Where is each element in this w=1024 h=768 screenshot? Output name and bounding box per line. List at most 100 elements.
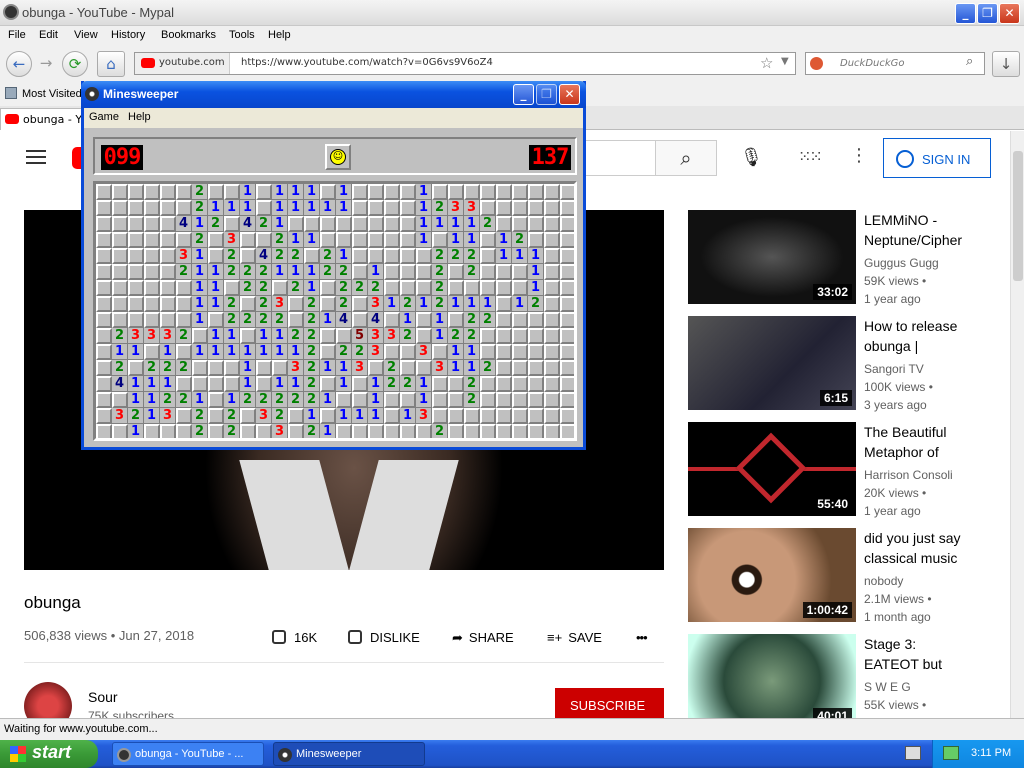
unopened-cell[interactable] [432,184,448,200]
unopened-cell[interactable] [528,312,544,328]
close-button[interactable]: ✕ [999,3,1020,24]
unopened-cell[interactable] [96,200,112,216]
unopened-cell[interactable] [320,216,336,232]
unopened-cell[interactable] [352,424,368,438]
unopened-cell[interactable] [288,296,304,312]
unopened-cell[interactable] [432,408,448,424]
unopened-cell[interactable] [528,392,544,408]
unopened-cell[interactable] [384,344,400,360]
unopened-cell[interactable] [320,408,336,424]
unopened-cell[interactable] [448,424,464,438]
unopened-cell[interactable] [528,232,544,248]
unopened-cell[interactable] [336,424,352,438]
unopened-cell[interactable] [96,248,112,264]
unopened-cell[interactable] [176,408,192,424]
unopened-cell[interactable] [560,184,574,200]
unopened-cell[interactable] [544,216,560,232]
unopened-cell[interactable] [144,248,160,264]
unopened-cell[interactable] [512,376,528,392]
back-button[interactable]: ← [6,51,32,77]
clock[interactable]: 3:11 PM [971,747,1011,759]
unopened-cell[interactable] [352,232,368,248]
unopened-cell[interactable] [528,376,544,392]
unopened-cell[interactable] [128,216,144,232]
home-button[interactable]: ⌂ [97,51,125,77]
unopened-cell[interactable] [224,216,240,232]
unopened-cell[interactable] [112,200,128,216]
unopened-cell[interactable] [416,248,432,264]
unopened-cell[interactable] [432,392,448,408]
unopened-cell[interactable] [336,232,352,248]
unopened-cell[interactable] [496,408,512,424]
unopened-cell[interactable] [240,296,256,312]
unopened-cell[interactable] [384,280,400,296]
unopened-cell[interactable] [560,296,574,312]
unopened-cell[interactable] [176,184,192,200]
unopened-cell[interactable] [512,280,528,296]
unopened-cell[interactable] [320,296,336,312]
unopened-cell[interactable] [128,264,144,280]
minefield[interactable]: 2111111211111111123341242111112232111111… [93,181,577,441]
unopened-cell[interactable] [352,392,368,408]
unopened-cell[interactable] [528,424,544,438]
unopened-cell[interactable] [272,280,288,296]
unopened-cell[interactable] [496,344,512,360]
unopened-cell[interactable] [384,424,400,438]
unopened-cell[interactable] [288,216,304,232]
download-button[interactable]: ↓ [992,51,1020,77]
unopened-cell[interactable] [496,296,512,312]
unopened-cell[interactable] [448,184,464,200]
recommendation-item[interactable]: 6:15 How to release obunga | Sangori TV … [688,316,1018,412]
unopened-cell[interactable] [400,248,416,264]
unopened-cell[interactable] [384,408,400,424]
unopened-cell[interactable] [144,200,160,216]
unopened-cell[interactable] [416,312,432,328]
unopened-cell[interactable] [144,216,160,232]
site-identity[interactable]: youtube.com [135,53,230,74]
unopened-cell[interactable] [560,200,574,216]
maximize-button[interactable]: ❐ [977,3,998,24]
unopened-cell[interactable] [464,424,480,438]
unopened-cell[interactable] [528,216,544,232]
unopened-cell[interactable] [112,184,128,200]
unopened-cell[interactable] [464,280,480,296]
unopened-cell[interactable] [128,312,144,328]
unopened-cell[interactable] [448,264,464,280]
unopened-cell[interactable] [512,328,528,344]
unopened-cell[interactable] [288,424,304,438]
unopened-cell[interactable] [480,408,496,424]
recommendation-item[interactable]: 33:02 LEMMiNO - Neptune/Cipher Guggus Gu… [688,210,1018,306]
unopened-cell[interactable] [560,280,574,296]
unopened-cell[interactable] [512,360,528,376]
taskbar-item-browser[interactable]: obunga - YouTube - ... [112,742,264,766]
unopened-cell[interactable] [384,200,400,216]
unopened-cell[interactable] [416,264,432,280]
unopened-cell[interactable] [224,376,240,392]
unopened-cell[interactable] [96,232,112,248]
unopened-cell[interactable] [144,296,160,312]
unopened-cell[interactable] [96,392,112,408]
unopened-cell[interactable] [96,344,112,360]
unopened-cell[interactable] [128,200,144,216]
unopened-cell[interactable] [304,248,320,264]
unopened-cell[interactable] [352,376,368,392]
unopened-cell[interactable] [320,328,336,344]
unopened-cell[interactable] [496,376,512,392]
unopened-cell[interactable] [352,296,368,312]
save-button[interactable]: ≡+ SAVE [547,630,602,645]
unopened-cell[interactable] [384,312,400,328]
unopened-cell[interactable] [112,312,128,328]
unopened-cell[interactable] [96,264,112,280]
like-button[interactable]: 16K [272,630,317,645]
menu-view[interactable]: View [74,29,98,41]
unopened-cell[interactable] [496,280,512,296]
unopened-cell[interactable] [384,216,400,232]
unopened-cell[interactable] [128,184,144,200]
unopened-cell[interactable] [208,360,224,376]
unopened-cell[interactable] [96,328,112,344]
unopened-cell[interactable] [160,264,176,280]
channel-name[interactable]: Sour [88,689,118,705]
unopened-cell[interactable] [560,424,574,438]
unopened-cell[interactable] [528,344,544,360]
unopened-cell[interactable] [240,232,256,248]
